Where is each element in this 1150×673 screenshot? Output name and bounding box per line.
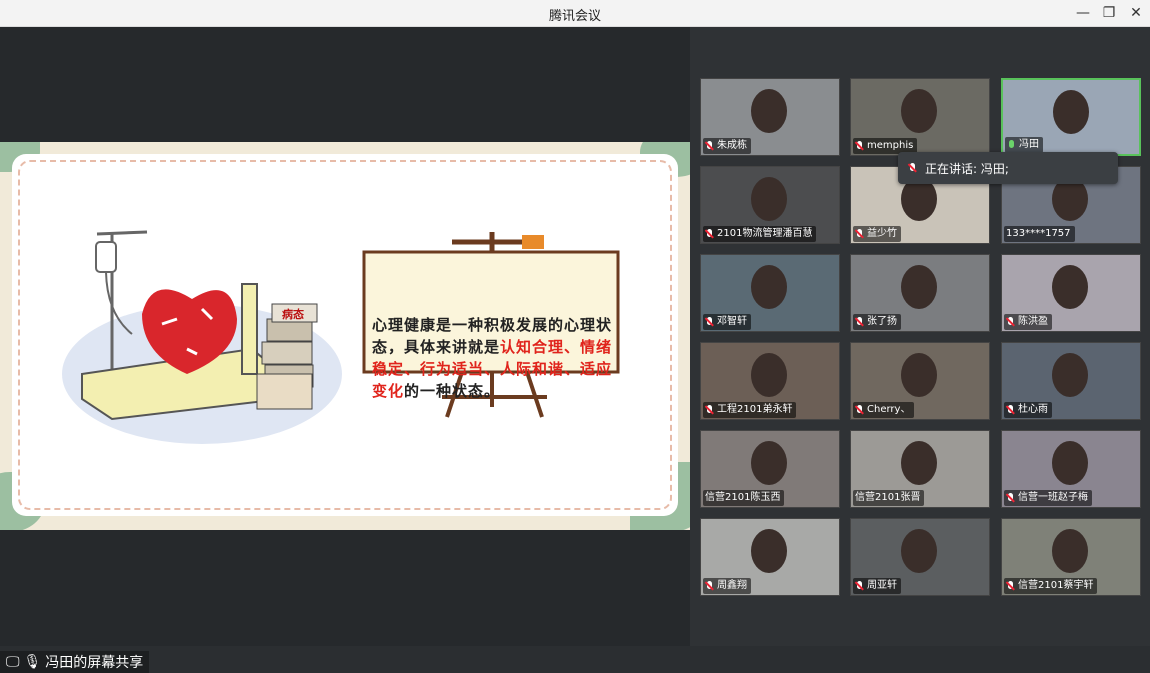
participant-video [751,529,787,573]
participant-name: 133****1757 [1006,228,1071,239]
participant-tile[interactable]: 周鑫翔 [700,518,840,596]
mic-muted-icon [855,228,864,240]
window-title: 腾讯会议 [548,9,601,24]
mic-muted-icon [1006,316,1015,328]
participant-label: Cherry、 [853,402,915,418]
participant-label: 邓智轩 [703,314,751,330]
participant-video [1052,441,1088,485]
participant-tile[interactable]: 杜心雨 [1001,342,1141,420]
mic-icon: 🎙 [23,654,42,670]
participant-video [1052,529,1088,573]
presentation-slide: 病态 心理健康是一种积极发展的心理状态，具体来讲就是认知合理、情绪稳定、行为适当… [0,142,690,530]
participant-name: 陈洪盈 [1018,316,1048,327]
participant-label: 冯田 [1005,137,1043,153]
participant-label: 2101物流管理潘百慧 [703,226,817,242]
mic-on-icon [1007,139,1016,151]
participant-name: 2101物流管理潘百慧 [717,228,813,239]
participant-label: 信营2101陈玉西 [703,490,785,506]
participant-video [1052,265,1088,309]
participant-name: 信营2101陈玉西 [705,492,781,503]
participant-tile[interactable]: 信营一班赵子梅 [1001,430,1141,508]
participant-tile[interactable]: Cherry、 [850,342,990,420]
mic-muted-icon [855,316,864,328]
participant-name: Cherry、 [867,404,911,415]
participant-name: 邓智轩 [717,316,747,327]
participant-label: 133****1757 [1004,226,1075,242]
participant-name: 周亚轩 [867,580,897,591]
participant-tile[interactable]: 信营2101蔡宇轩 [1001,518,1141,596]
speaking-indicator: 正在讲话: 冯田; [898,152,1118,184]
participant-video [751,265,787,309]
participant-label: 信营2101蔡宇轩 [1004,578,1098,594]
participant-name: 益少竹 [867,228,897,239]
participant-video [751,441,787,485]
participant-tile[interactable]: 信营2101陈玉西 [700,430,840,508]
mic-muted-icon [705,404,714,416]
mic-muted-icon [855,580,864,592]
mic-muted-icon [705,140,714,152]
participant-label: 信营2101张晋 [853,490,925,506]
participant-video [1053,90,1089,134]
participant-video [901,353,937,397]
participant-label: 周鑫翔 [703,578,751,594]
participant-video [751,89,787,133]
participant-label: 信营一班赵子梅 [1004,490,1092,506]
participant-tile[interactable]: 朱成栋 [700,78,840,156]
participant-name: 朱成栋 [717,140,747,151]
participant-tile[interactable]: 冯田 [1001,78,1141,156]
participant-name: 冯田 [1019,139,1039,150]
mic-muted-icon [705,580,714,592]
participant-video [751,177,787,221]
close-icon[interactable]: ✕ [1126,4,1146,22]
participant-label: 周亚轩 [853,578,901,594]
participant-tile[interactable]: 信营2101张晋 [850,430,990,508]
shared-screen-area: 病态 心理健康是一种积极发展的心理状态，具体来讲就是认知合理、情绪稳定、行为适当… [0,27,690,673]
participant-label: 益少竹 [853,226,901,242]
minimize-icon[interactable]: — [1073,4,1093,22]
participant-name: 张了扬 [867,316,897,327]
participant-video [901,265,937,309]
participant-name: 工程2101弟永轩 [717,404,793,415]
participant-name: 周鑫翔 [717,580,747,591]
participant-tile[interactable]: memphis [850,78,990,156]
participant-label: 工程2101弟永轩 [703,402,797,418]
speaker-mic-icon [908,162,917,174]
participant-tile[interactable]: 2101物流管理潘百慧 [700,166,840,244]
participant-tile[interactable]: 周亚轩 [850,518,990,596]
participant-video [901,441,937,485]
participant-name: 信营2101张晋 [855,492,921,503]
screen-share-status[interactable]: 🖵 🎙 冯田的屏幕共享 [0,651,150,673]
participant-label: 朱成栋 [703,138,751,154]
participant-tile[interactable]: 张了扬 [850,254,990,332]
screen-share-label: 冯田的屏幕共享 [45,655,144,671]
sick-heart-illustration: 病态 [62,230,342,444]
mic-muted-icon [855,404,864,416]
participant-name: 杜心雨 [1018,404,1048,415]
mic-muted-icon [1006,492,1015,504]
mic-muted-icon [855,140,864,152]
participant-tile[interactable]: 陈洪盈 [1001,254,1141,332]
participant-video [901,529,937,573]
participant-video [751,353,787,397]
participant-gallery: 朱成栋 memphis 冯田 2101物流管理潘百慧 益少竹 133****1757 邓智轩… [690,27,1150,646]
participant-name: 信营2101蔡宇轩 [1018,580,1094,591]
mic-muted-icon [1006,580,1015,592]
title-bar: 腾讯会议 — ❐ ✕ [0,0,1150,27]
participant-tile[interactable]: 邓智轩 [700,254,840,332]
mic-muted-icon [705,228,714,240]
participant-label: 张了扬 [853,314,901,330]
participant-video [901,89,937,133]
participant-tile[interactable]: 工程2101弟永轩 [700,342,840,420]
book-label: 病态 [282,307,304,321]
screen-share-icon: 🖵 [6,654,20,670]
speaking-label: 正在讲话: 冯田; [925,161,1009,176]
participant-name: 信营一班赵子梅 [1018,492,1088,503]
slide-board-text: 心理健康是一种积极发展的心理状态，具体来讲就是认知合理、情绪稳定、行为适当、人际… [372,316,613,400]
mic-muted-icon [705,316,714,328]
participant-label: 陈洪盈 [1004,314,1052,330]
restore-icon[interactable]: ❐ [1099,4,1119,22]
mic-muted-icon [1006,404,1015,416]
participant-label: 杜心雨 [1004,402,1052,418]
participant-video [1052,353,1088,397]
